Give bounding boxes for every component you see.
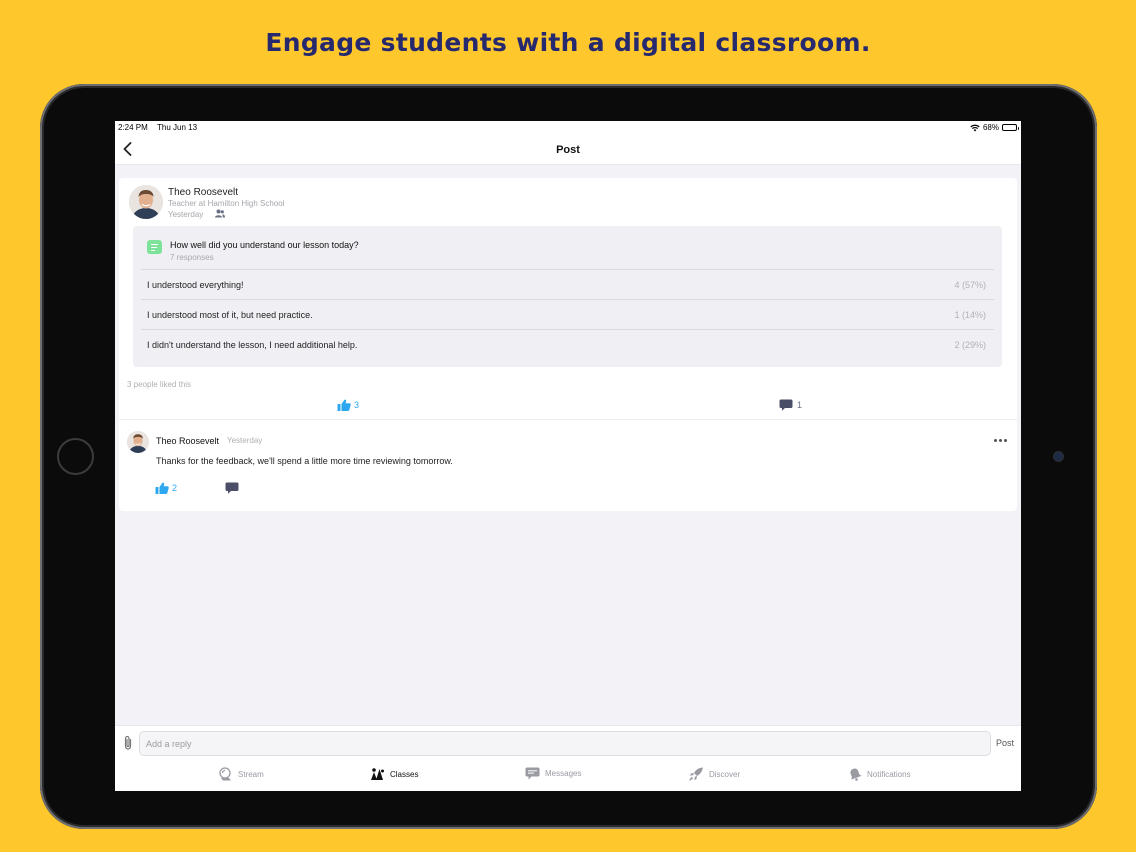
poll-option-label: I understood everything! [147,280,244,290]
poll-responses-count[interactable]: 7 responses [170,253,214,262]
reply-input[interactable] [139,731,991,756]
tab-stream[interactable]: Stream [219,767,264,781]
poll-option-3[interactable]: I didn't understand the lesson, I need a… [141,329,994,359]
author-name[interactable]: Theo Roosevelt [168,187,238,198]
status-date: Thu Jun 13 [157,123,198,132]
battery-percent: 68% [982,123,999,132]
post-card: Theo Roosevelt Teacher at Hamilton High … [119,178,1017,511]
like-count: 3 [354,400,360,410]
tab-bar: Stream Classes Messages Discover Notific… [115,759,1021,791]
comment-button[interactable]: 1 [779,399,802,411]
home-button [57,438,94,475]
tab-notifications[interactable]: Notifications [848,767,911,781]
comment-timestamp: Yesterday [227,436,263,445]
reply-bar: Post [115,725,1021,759]
poll-option-label: I didn't understand the lesson, I need a… [147,340,358,350]
poll-question: How well did you understand our lesson t… [170,240,359,250]
stream-icon [219,767,231,781]
comment-bubble-icon [779,399,793,411]
post-timestamp: Yesterday [168,210,204,219]
like-button[interactable]: 3 [337,399,359,411]
poll-icon [147,240,162,254]
poll-option-result: 4 (57%) [954,280,986,290]
avatar-image [127,431,149,453]
status-time: 2:24 PM [118,123,148,132]
camera-icon [1054,452,1063,461]
post-reply-button[interactable]: Post [996,738,1014,748]
poll-option-1[interactable]: I understood everything! 4 (57%) [141,269,994,299]
comment-count: 1 [797,400,803,410]
likes-summary[interactable]: 3 people liked this [127,380,191,389]
poll-option-result: 1 (14%) [954,310,986,320]
poll-option-label: I understood most of it, but need practi… [147,310,313,320]
classes-icon [371,768,384,780]
comment-reply-button[interactable] [225,481,239,499]
marketing-headline: Engage students with a digital classroom… [265,28,871,57]
tab-label: Stream [238,769,264,779]
comment-like-button[interactable]: 2 [155,482,177,494]
rocket-icon [689,767,703,781]
status-bar: 2:24 PM Thu Jun 13 68% [115,121,1021,135]
more-options-button[interactable] [994,439,1007,442]
poll: How well did you understand our lesson t… [133,226,1002,367]
poll-option-2[interactable]: I understood most of it, but need practi… [141,299,994,329]
tab-label: Notifications [867,769,911,779]
tab-label: Classes [390,769,419,779]
comment-avatar[interactable] [127,431,149,453]
author-role: Teacher at Hamilton High School [168,199,285,208]
battery-icon [1002,124,1019,131]
paperclip-icon[interactable] [122,735,134,751]
tab-classes[interactable]: Classes [370,767,418,781]
comment-bubble-icon [225,482,239,494]
group-audience-icon [215,209,225,218]
messages-icon [525,767,540,780]
tab-discover[interactable]: Discover [689,767,740,781]
wifi-icon [970,124,980,131]
avatar[interactable] [129,185,163,219]
tab-label: Discover [709,769,741,779]
bell-icon [850,768,862,781]
thumbs-up-icon [337,399,351,411]
comment-text: Thanks for the feedback, we'll spend a l… [156,456,453,466]
avatar-image [129,185,163,219]
poll-option-result: 2 (29%) [954,340,986,350]
nav-bar: Post [115,135,1021,165]
page-title: Post [556,144,580,156]
comment-like-count: 2 [172,483,178,493]
app-screen: 2:24 PM Thu Jun 13 68% Post Theo Rooseve… [115,121,1021,791]
divider [119,419,1017,420]
tab-label: Messages [545,769,582,778]
tab-messages[interactable]: Messages [525,767,581,780]
thumbs-up-icon [155,482,169,494]
comment-author[interactable]: Theo Roosevelt [156,436,219,446]
